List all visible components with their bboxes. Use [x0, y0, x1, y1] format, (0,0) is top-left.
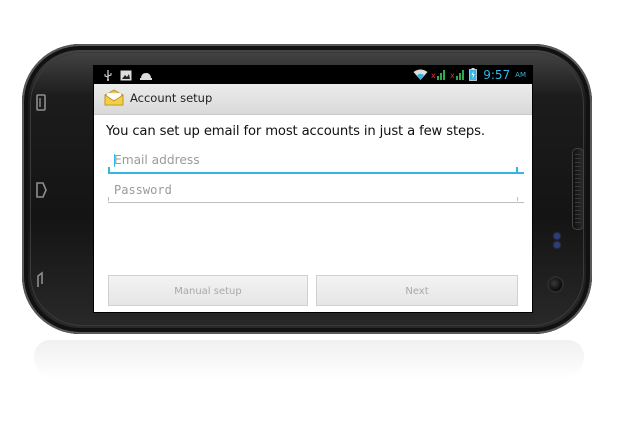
proximity-sensor [554, 233, 560, 239]
phone-reflection [34, 340, 584, 380]
status-right-icons: x x 9:57 AM [413, 67, 526, 83]
intro-text: You can set up email for most accounts i… [106, 124, 485, 139]
email-field-right-cap [516, 167, 518, 172]
email-field-left-cap [108, 167, 110, 172]
device-stage: x x 9:57 AM Account setup You can set up… [0, 0, 630, 423]
back-key-icon[interactable] [32, 268, 50, 290]
status-bar: x x 9:57 AM [94, 66, 532, 84]
battery-icon [469, 66, 478, 85]
android-debug-icon [140, 66, 152, 85]
action-bar: Account setup [94, 84, 532, 115]
svg-text:x: x [431, 71, 436, 80]
email-app-icon [103, 89, 125, 107]
status-clock: 9:57 [483, 68, 511, 82]
password-field-right-cap [517, 197, 518, 201]
manual-setup-button[interactable]: Manual setup [108, 275, 308, 306]
svg-text:x: x [450, 71, 455, 80]
menu-key-icon[interactable] [32, 92, 50, 114]
signal-icon-2: x [450, 66, 466, 85]
email-field[interactable] [108, 148, 524, 174]
device-screen: x x 9:57 AM Account setup You can set up… [93, 65, 533, 313]
status-left-icons [104, 68, 152, 82]
password-field[interactable] [108, 178, 524, 203]
page-title: Account setup [130, 91, 213, 105]
next-button[interactable]: Next [316, 275, 518, 306]
speaker-slot [572, 148, 584, 230]
text-cursor [114, 154, 115, 167]
usb-icon [104, 66, 112, 85]
wifi-icon [413, 66, 428, 85]
signal-icon: x [431, 66, 447, 85]
status-clock-ampm: AM [515, 71, 526, 79]
screenshot-icon [120, 66, 132, 85]
front-camera [549, 278, 562, 291]
password-field-left-cap [108, 197, 109, 201]
search-key-icon[interactable] [32, 179, 50, 201]
light-sensor [554, 242, 560, 248]
